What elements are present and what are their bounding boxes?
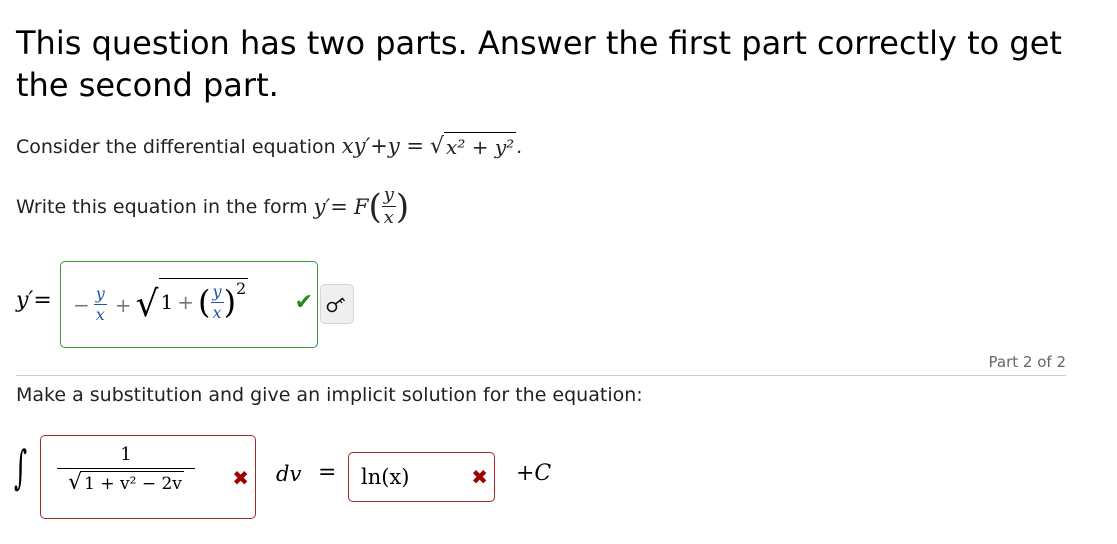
solution-value: ln(x) (361, 465, 410, 489)
answer-fraction: y x (93, 284, 107, 324)
form-lhs: y′= (313, 194, 348, 219)
integrand-fraction: 1 √ 1 + v² − 2v (57, 444, 195, 494)
incorrect-icon: ✖ (232, 466, 249, 490)
inner-fraction: y x (210, 281, 224, 322)
answer-plus2: + (177, 290, 195, 314)
part-divider (16, 375, 1066, 376)
integrand-den: √ 1 + v² − 2v (57, 469, 195, 494)
key-icon (326, 297, 346, 313)
form-den: x (383, 207, 394, 228)
equation-period: . (516, 136, 523, 158)
answer-sign: − (73, 292, 90, 317)
part-indicator: Part 2 of 2 (988, 353, 1066, 371)
form-fraction: y x (381, 184, 396, 228)
den-sqrt-symbol: √ (68, 470, 83, 495)
answer-one: 1 (160, 290, 174, 314)
part1-prompt: Consider the differential equation xy′+y… (16, 132, 522, 159)
part1-answer-input[interactable]: − y x + √ 1 + ( y x ) 2 ✔ (60, 261, 318, 348)
incorrect-icon: ✖ (471, 465, 488, 489)
constant-label: +C (516, 461, 552, 486)
form-func: F (353, 194, 369, 219)
inner-den: x (212, 302, 222, 322)
integrand-input[interactable]: 1 √ 1 + v² − 2v ✖ (40, 435, 256, 519)
answer-label: y′= (16, 288, 52, 313)
equation-sqrt: √ x² + y² (430, 132, 517, 159)
answer-num: y (93, 284, 107, 305)
show-answer-button[interactable] (320, 284, 354, 324)
form-num: y (381, 184, 396, 207)
paren-left: ( (368, 186, 382, 227)
answer-plus: + (114, 292, 132, 317)
answer-radicand: 1 + ( y x ) 2 (158, 278, 249, 322)
prompt-text: Consider the differential equation (16, 136, 336, 158)
inner-num: y (210, 281, 224, 303)
inner-paren-right: ) (223, 283, 237, 321)
dv-label: dv (276, 462, 302, 486)
solution-input[interactable]: ln(x) ✖ (348, 452, 495, 502)
equals-sign: = (318, 460, 337, 485)
paren-right: ) (395, 186, 410, 227)
equation-radicand: x² + y² (444, 132, 517, 159)
equation-lhs: xy′+y = (341, 134, 424, 158)
answer-den: x (95, 305, 105, 324)
answer-exponent: 2 (236, 279, 247, 298)
part2-prompt: Make a substitution and give an implicit… (16, 384, 643, 406)
integral-sign: ∫ (14, 440, 28, 494)
instruction-text: Write this equation in the form (16, 195, 308, 218)
integrand-num: 1 (57, 444, 195, 469)
inner-paren-left: ( (198, 283, 211, 321)
sqrt-symbol: √ (135, 283, 159, 325)
integrand-radicand: 1 + v² − 2v (82, 471, 184, 494)
question-title: This question has two parts. Answer the … (16, 24, 1062, 104)
check-icon: ✔ (294, 290, 313, 315)
part1-instruction: Write this equation in the form y′= F ( … (16, 186, 409, 227)
